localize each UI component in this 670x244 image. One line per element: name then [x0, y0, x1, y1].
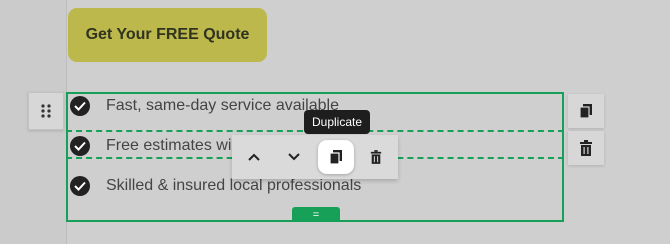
trash-icon [370, 150, 382, 164]
list-item-text: Skilled & insured local professionals [106, 177, 362, 194]
move-down-button[interactable] [276, 135, 312, 179]
list-item[interactable]: Free estimates wi [68, 133, 231, 159]
delete-item-button[interactable] [358, 135, 394, 179]
trash-icon [580, 140, 592, 156]
check-circle-icon [70, 176, 90, 196]
chevron-up-icon [248, 153, 260, 161]
duplicate-item-button[interactable] [318, 140, 354, 174]
chevron-down-icon [288, 153, 300, 161]
duplicate-tooltip: Duplicate [304, 110, 370, 134]
tooltip-text: Duplicate [311, 115, 363, 129]
item-toolbar [232, 135, 398, 179]
copy-icon [579, 104, 592, 119]
drag-handle[interactable] [28, 92, 64, 130]
list-item-text: Free estimates wi [106, 137, 232, 154]
get-quote-label: Get Your FREE Quote [85, 26, 250, 43]
resize-handle[interactable]: = [292, 207, 340, 222]
delete-block-button[interactable] [568, 131, 604, 165]
check-circle-icon [70, 136, 90, 156]
check-circle-icon [70, 96, 90, 116]
list-item[interactable]: Fast, same-day service available [68, 93, 339, 119]
drag-dots-icon [41, 104, 51, 118]
copy-icon [329, 150, 342, 165]
resize-handle-label: = [312, 208, 320, 221]
move-up-button[interactable] [236, 135, 272, 179]
duplicate-block-button[interactable] [568, 94, 604, 128]
get-quote-button[interactable]: Get Your FREE Quote [68, 8, 267, 62]
